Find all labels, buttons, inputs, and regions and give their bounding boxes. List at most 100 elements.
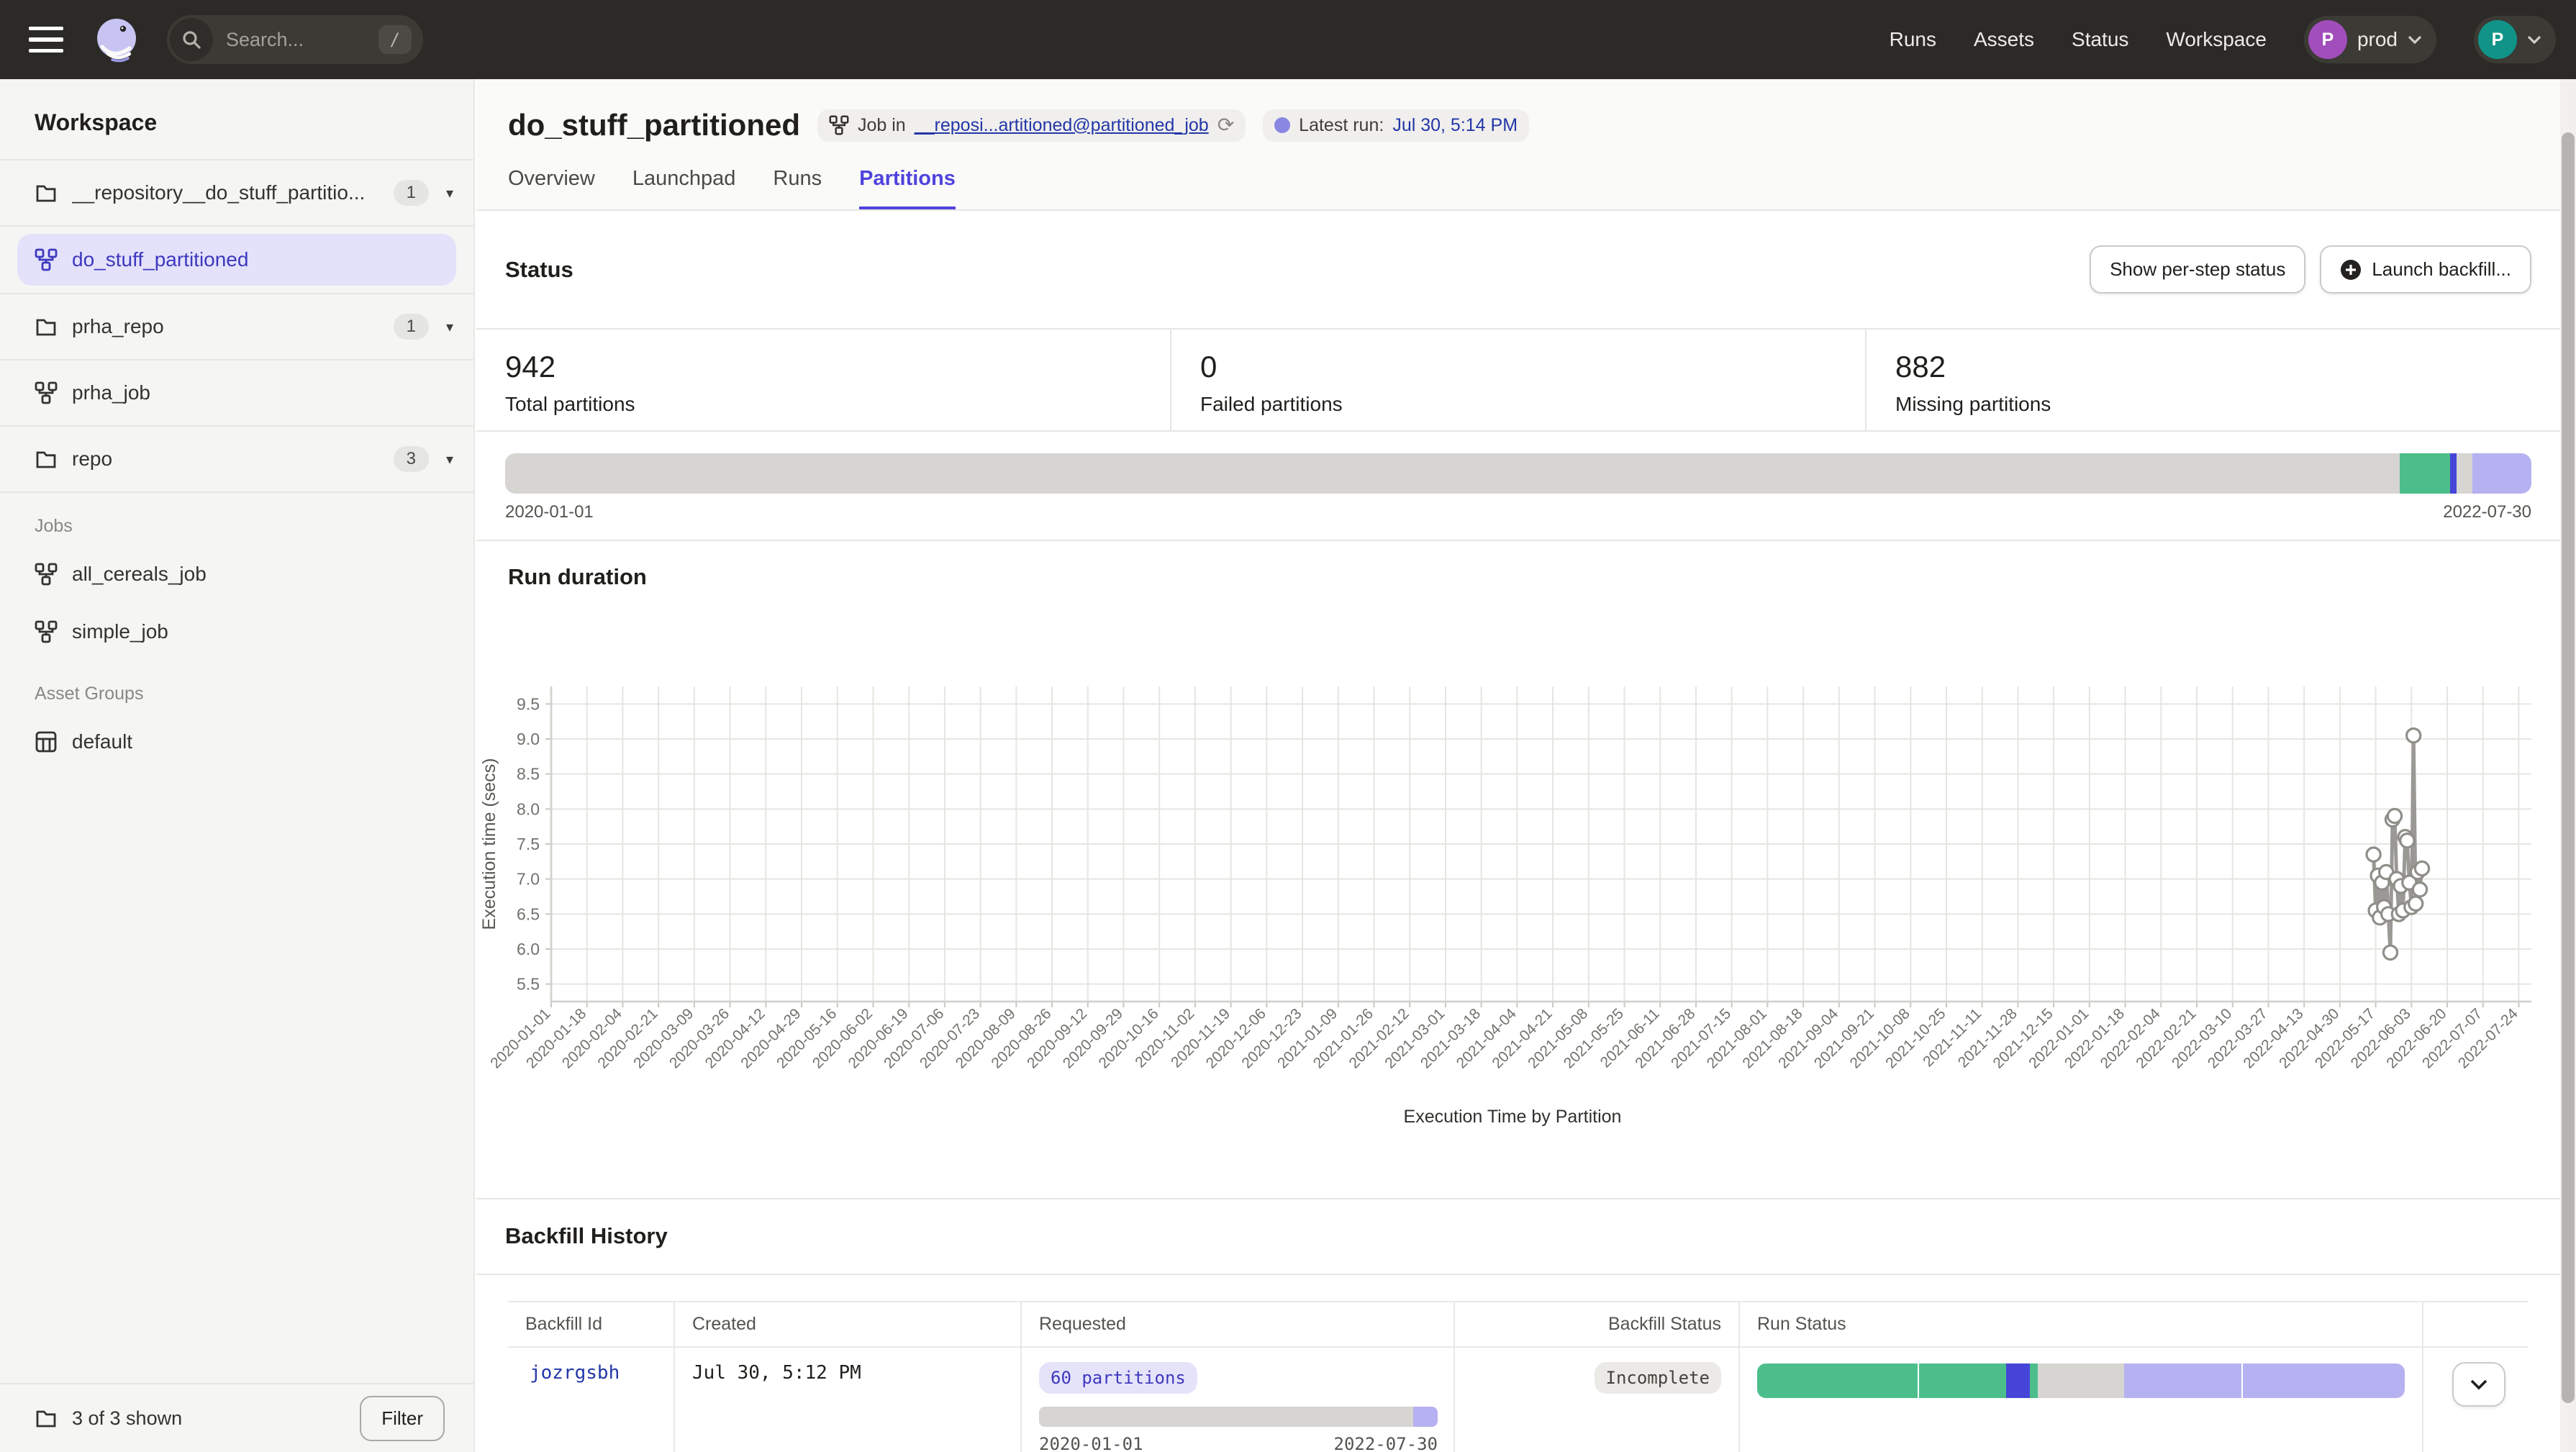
job-origin-tag: Job in __reposi...artitioned@partitioned… xyxy=(817,109,1246,142)
sidebar-item-default-asset-group[interactable]: default xyxy=(0,713,473,771)
page-scrollbar[interactable] xyxy=(2560,79,2576,1452)
requested-range-start: 2020-01-01 xyxy=(1039,1434,1143,1452)
repo-label: __repository__do_stuff_partitio... xyxy=(72,181,394,204)
status-section-header: Status Show per-step status Launch backf… xyxy=(476,211,2560,330)
nav-link-runs[interactable]: Runs xyxy=(1890,28,1936,51)
deployment-label: prod xyxy=(2357,28,2398,51)
job-icon xyxy=(35,381,58,404)
job-origin-link[interactable]: __reposi...artitioned@partitioned_job xyxy=(915,115,1209,136)
job-icon xyxy=(35,248,58,271)
sidebar-title: Workspace xyxy=(0,79,473,160)
tab-overview[interactable]: Overview xyxy=(508,167,595,209)
col-run-status: Run Status xyxy=(1740,1302,2423,1346)
chevron-down-icon xyxy=(2527,35,2541,44)
main-content: do_stuff_partitioned Job in __reposi...a… xyxy=(476,79,2560,1452)
stat-total-partitions: 942 Total partitions xyxy=(476,330,1171,430)
latest-run-tag: Latest run: Jul 30, 5:14 PM xyxy=(1263,109,1529,142)
svg-text:9.5: 9.5 xyxy=(517,694,540,713)
bar-segment-green xyxy=(2030,1363,2038,1398)
bar-segment-lavender xyxy=(2243,1363,2405,1398)
app-root: Search... / Runs Assets Status Workspace… xyxy=(0,0,2576,1452)
top-navbar: Search... / Runs Assets Status Workspace… xyxy=(0,0,2576,79)
section-label-jobs: Jobs xyxy=(0,493,473,545)
sidebar-repo-prha-repo[interactable]: prha_repo 1 ▾ xyxy=(0,294,473,360)
caret-down-icon[interactable]: ▾ xyxy=(446,450,453,468)
repo-count-badge: 1 xyxy=(394,314,429,340)
refresh-icon[interactable]: ⟳ xyxy=(1217,115,1234,135)
chevron-down-icon xyxy=(2408,35,2422,44)
workspace-sidebar: Workspace __repository__do_stuff_partiti… xyxy=(0,79,475,1452)
plus-circle-icon xyxy=(2340,259,2362,281)
requested-partitions-tag[interactable]: 60 partitions xyxy=(1039,1362,1197,1394)
sidebar-item-prha-job[interactable]: prha_job xyxy=(0,360,473,427)
expand-row-button[interactable] xyxy=(2452,1362,2505,1407)
partition-status-bar-block: 2020-01-01 2022-07-30 xyxy=(476,432,2560,541)
svg-text:8.5: 8.5 xyxy=(517,765,540,784)
col-backfill-id: Backfill Id xyxy=(508,1302,675,1346)
status-heading: Status xyxy=(505,257,573,283)
svg-text:6.0: 6.0 xyxy=(517,940,540,958)
execution-time-chart[interactable]: 2020-01-012020-01-182020-02-042020-02-21… xyxy=(476,663,2549,1098)
col-created: Created xyxy=(675,1302,1022,1346)
job-origin-prefix: Job in xyxy=(858,115,906,136)
repo-count-badge: 3 xyxy=(394,446,429,472)
user-menu[interactable]: P xyxy=(2474,16,2556,63)
job-icon xyxy=(829,115,849,135)
partition-status-bar[interactable] xyxy=(505,453,2531,494)
bar-segment-lavender xyxy=(2472,453,2531,494)
scrollbar-thumb[interactable] xyxy=(2562,132,2575,1403)
sidebar-item-do-stuff-partitioned[interactable]: do_stuff_partitioned xyxy=(17,234,456,286)
search-shortcut-key: / xyxy=(378,25,412,54)
folder-icon xyxy=(35,448,58,471)
deployment-avatar: P xyxy=(2308,20,2347,59)
table-header-row: Backfill Id Created Requested Backfill S… xyxy=(508,1301,2529,1348)
menu-icon[interactable] xyxy=(29,27,63,53)
latest-run-link[interactable]: Jul 30, 5:14 PM xyxy=(1392,115,1518,136)
search-input[interactable]: Search... / xyxy=(167,15,423,64)
caret-down-icon[interactable]: ▾ xyxy=(446,318,453,336)
sidebar-footer: 3 of 3 shown Filter xyxy=(0,1383,473,1452)
launch-backfill-button[interactable]: Launch backfill... xyxy=(2320,245,2531,294)
svg-text:6.5: 6.5 xyxy=(517,904,540,923)
bar-segment-lavender xyxy=(1413,1407,1438,1427)
chart-caption: Execution Time by Partition xyxy=(476,1107,2549,1127)
svg-text:5.5: 5.5 xyxy=(517,975,540,994)
run-duration-chart: 2020-01-012020-01-182020-02-042020-02-21… xyxy=(476,663,2560,1127)
col-requested: Requested xyxy=(1022,1302,1455,1346)
run-status-bar[interactable] xyxy=(1757,1363,2405,1398)
tab-launchpad[interactable]: Launchpad xyxy=(632,167,736,209)
tab-partitions[interactable]: Partitions xyxy=(859,167,956,209)
repo-label: repo xyxy=(72,448,394,471)
caret-down-icon[interactable]: ▾ xyxy=(446,184,453,202)
sidebar-item-all-cereals-job[interactable]: all_cereals_job xyxy=(0,545,473,603)
page-title: do_stuff_partitioned xyxy=(508,108,800,142)
dagster-logo[interactable] xyxy=(92,15,141,64)
sidebar-repo-repository-do-stuff[interactable]: __repository__do_stuff_partitio... 1 ▾ xyxy=(0,160,473,227)
sidebar-item-simple-job[interactable]: simple_job xyxy=(0,603,473,661)
show-per-step-status-button[interactable]: Show per-step status xyxy=(2090,245,2305,294)
deployment-switcher[interactable]: P prod xyxy=(2304,16,2436,63)
bar-segment-green xyxy=(2400,453,2450,494)
col-actions xyxy=(2423,1302,2534,1346)
backfill-id-link[interactable]: jozrgsbh xyxy=(530,1362,620,1384)
latest-run-label: Latest run: xyxy=(1299,115,1384,136)
search-icon xyxy=(170,18,213,61)
tab-runs[interactable]: Runs xyxy=(773,167,822,209)
stat-failed-partitions: 0 Failed partitions xyxy=(1171,330,1867,430)
nav-link-assets[interactable]: Assets xyxy=(1974,28,2034,51)
repo-label: prha_repo xyxy=(72,315,394,338)
sidebar-repo-repo[interactable]: repo 3 ▾ xyxy=(0,427,473,493)
run-status-dot xyxy=(1274,117,1290,133)
bar-segment-gray xyxy=(2038,1363,2125,1398)
col-backfill-status: Backfill Status xyxy=(1455,1302,1740,1346)
svg-text:7.0: 7.0 xyxy=(517,870,540,889)
run-duration-section: Run duration 2020-01-012020-01-182020-02… xyxy=(476,541,2560,1199)
user-avatar: P xyxy=(2478,20,2517,59)
nav-link-status[interactable]: Status xyxy=(2072,28,2128,51)
requested-range-end: 2022-07-30 xyxy=(1334,1434,1438,1452)
partition-range-end: 2022-07-30 xyxy=(2443,502,2531,522)
partition-stats: 942 Total partitions 0 Failed partitions… xyxy=(476,330,2560,432)
repos-shown-summary: 3 of 3 shown xyxy=(72,1407,360,1430)
filter-button[interactable]: Filter xyxy=(360,1396,445,1441)
nav-link-workspace[interactable]: Workspace xyxy=(2166,28,2267,51)
